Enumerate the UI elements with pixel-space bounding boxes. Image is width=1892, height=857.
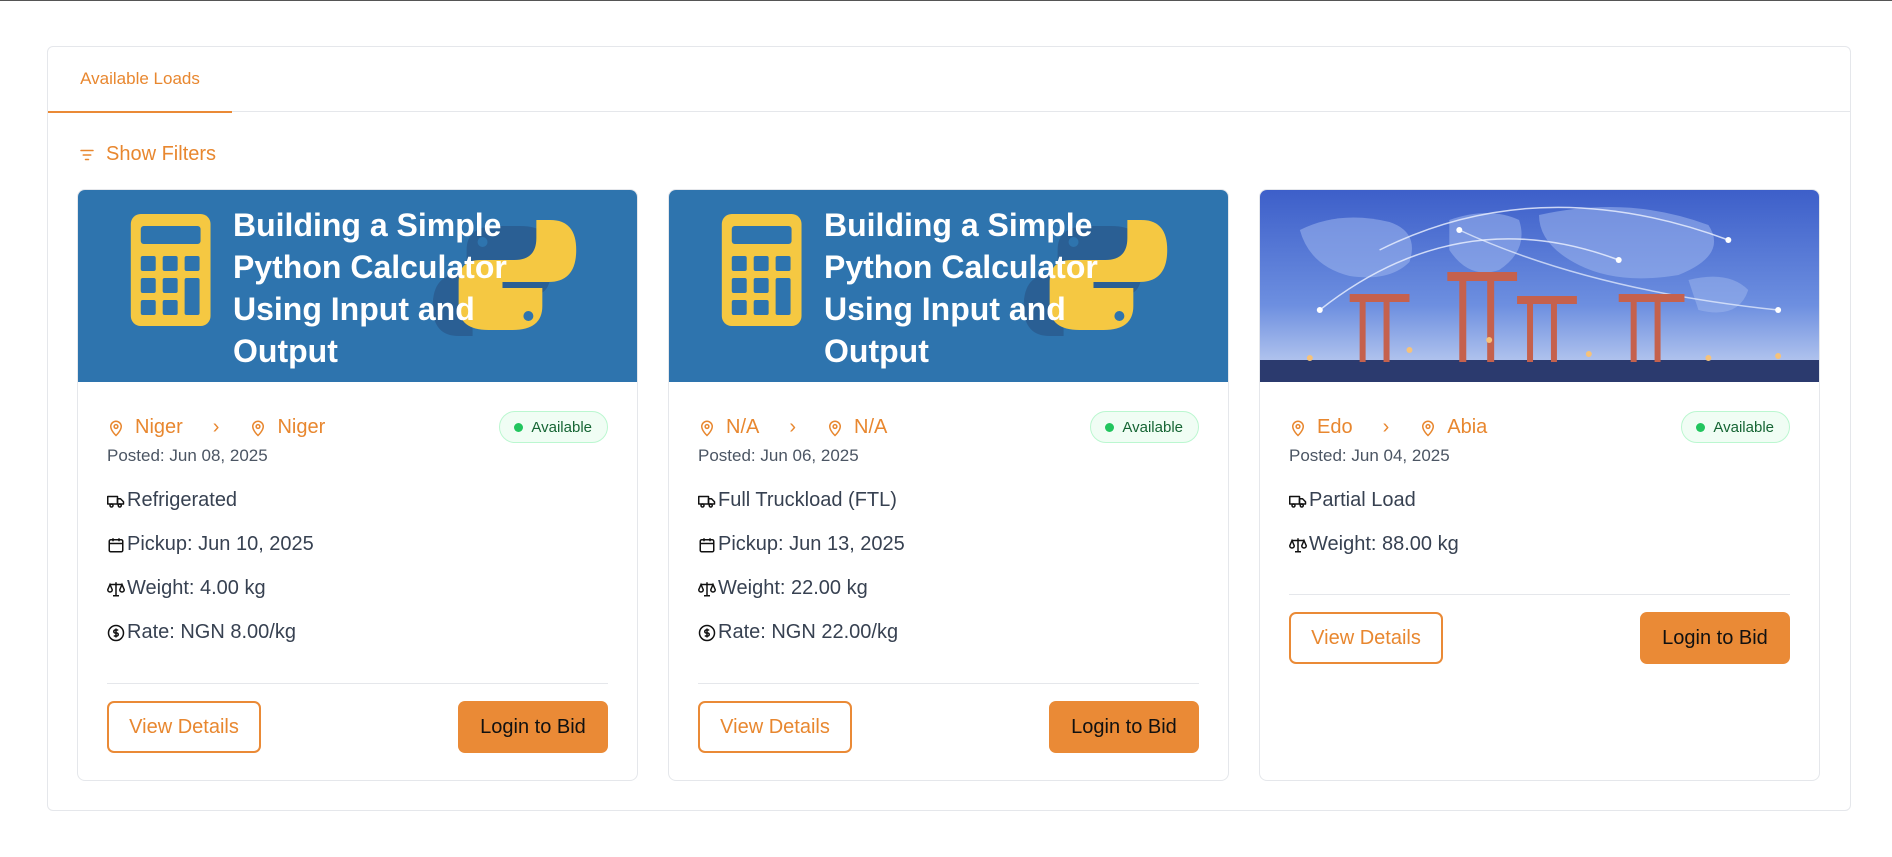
posted-date: Posted: Jun 06, 2025	[698, 446, 859, 465]
load-type: Refrigerated	[107, 489, 237, 512]
pickup-label: Pickup: Jun 10, 2025	[127, 533, 314, 555]
route: Edo › Abia	[1289, 416, 1487, 439]
calendar-icon	[108, 537, 124, 552]
load-thumbnail: Building a Simple Python Calculator Usin…	[78, 190, 637, 382]
chevron-right-icon: ›	[212, 416, 220, 438]
status-dot-icon	[1696, 422, 1706, 432]
show-filters-label: Show Filters	[106, 143, 217, 165]
calendar-icon	[699, 537, 715, 552]
origin: N/A	[698, 416, 759, 439]
map-pin-icon	[252, 420, 265, 437]
map-pin-icon	[1422, 420, 1435, 437]
posted-date: Posted: Jun 04, 2025	[1289, 446, 1450, 465]
rate-label: Rate: NGN 8.00/kg	[127, 621, 296, 643]
map-pin-icon	[829, 420, 842, 437]
load-thumbnail: Building a Simple Python Calculator Usin…	[669, 190, 1228, 382]
pickup: Pickup: Jun 10, 2025	[107, 533, 314, 556]
truck-icon	[698, 495, 716, 508]
rate: Rate: NGN 22.00/kg	[698, 621, 898, 644]
status-label: Available	[1713, 418, 1774, 436]
chevron-right-icon: ›	[789, 416, 797, 438]
destination-label: Abia	[1447, 416, 1488, 438]
pickup-label: Pickup: Jun 13, 2025	[718, 533, 905, 555]
scale-icon	[107, 581, 125, 596]
load-type-label: Partial Load	[1309, 489, 1416, 511]
divider	[107, 683, 608, 684]
weight: Weight: 22.00 kg	[698, 577, 868, 600]
status-label: Available	[1122, 418, 1183, 436]
route: N/A › N/A	[698, 416, 887, 439]
scale-icon	[1289, 537, 1307, 552]
weight-label: Weight: 88.00 kg	[1309, 533, 1459, 555]
scale-icon	[698, 581, 716, 596]
destination: N/A	[826, 416, 887, 439]
view-details-button[interactable]: View Details	[1289, 612, 1443, 664]
weight: Weight: 88.00 kg	[1289, 533, 1459, 556]
weight-label: Weight: 4.00 kg	[127, 577, 266, 599]
login-to-bid-button[interactable]: Login to Bid	[458, 701, 608, 753]
tab-available-loads[interactable]: Available Loads	[48, 47, 232, 113]
pickup: Pickup: Jun 13, 2025	[698, 533, 905, 556]
destination: Abia	[1419, 416, 1487, 439]
load-type-label: Full Truckload (FTL)	[718, 489, 897, 511]
status-badge: Available	[1090, 411, 1199, 443]
tab-bar: Available Loads	[48, 47, 1850, 113]
map-pin-icon	[700, 420, 714, 437]
posted-date: Posted: Jun 08, 2025	[107, 446, 268, 465]
map-pin-icon	[109, 420, 123, 437]
origin-label: Niger	[135, 416, 183, 438]
load-thumbnail	[1260, 190, 1819, 382]
status-badge: Available	[499, 411, 608, 443]
destination-label: N/A	[854, 416, 888, 438]
status-label: Available	[531, 418, 592, 436]
weight-label: Weight: 22.00 kg	[718, 577, 868, 599]
status-dot-icon	[1105, 422, 1115, 432]
load-type-label: Refrigerated	[127, 489, 238, 511]
status-dot-icon	[514, 422, 524, 432]
route: Niger › Niger	[107, 416, 325, 439]
origin: Niger	[107, 416, 183, 439]
truck-icon	[107, 495, 125, 508]
dollar-circle-icon	[107, 624, 125, 641]
weight: Weight: 4.00 kg	[107, 577, 266, 600]
show-filters-button[interactable]: Show Filters	[78, 143, 216, 166]
truck-icon	[1289, 495, 1307, 508]
load-type: Partial Load	[1289, 489, 1416, 512]
login-to-bid-button[interactable]: Login to Bid	[1049, 701, 1199, 753]
divider	[698, 683, 1199, 684]
origin: Edo	[1289, 416, 1353, 439]
load-card: Edo › Abia Available Posted: Jun 04, 202…	[1259, 189, 1820, 781]
chevron-right-icon: ›	[1382, 416, 1390, 438]
view-details-button[interactable]: View Details	[698, 701, 852, 753]
rate-label: Rate: NGN 22.00/kg	[718, 621, 899, 643]
load-type: Full Truckload (FTL)	[698, 489, 897, 512]
load-card: Building a Simple Python Calculator Usin…	[668, 189, 1229, 781]
status-badge: Available	[1681, 411, 1790, 443]
load-card: Building a Simple Python Calculator Usin…	[77, 189, 638, 781]
rate: Rate: NGN 8.00/kg	[107, 621, 296, 644]
view-details-button[interactable]: View Details	[107, 701, 261, 753]
filter-icon	[80, 149, 94, 160]
map-pin-icon	[1291, 420, 1305, 437]
destination: Niger	[249, 416, 325, 439]
dollar-circle-icon	[698, 624, 716, 641]
login-to-bid-button[interactable]: Login to Bid	[1640, 612, 1790, 664]
origin-label: Edo	[1317, 416, 1353, 438]
thumbnail-caption: Building a Simple Python Calculator Usin…	[824, 207, 1098, 369]
divider	[1289, 594, 1790, 595]
thumbnail-caption: Building a Simple Python Calculator Usin…	[233, 207, 507, 369]
loads-panel: Available Loads Show Filters Building a …	[47, 46, 1851, 811]
destination-label: Niger	[277, 416, 326, 438]
origin-label: N/A	[726, 416, 760, 438]
